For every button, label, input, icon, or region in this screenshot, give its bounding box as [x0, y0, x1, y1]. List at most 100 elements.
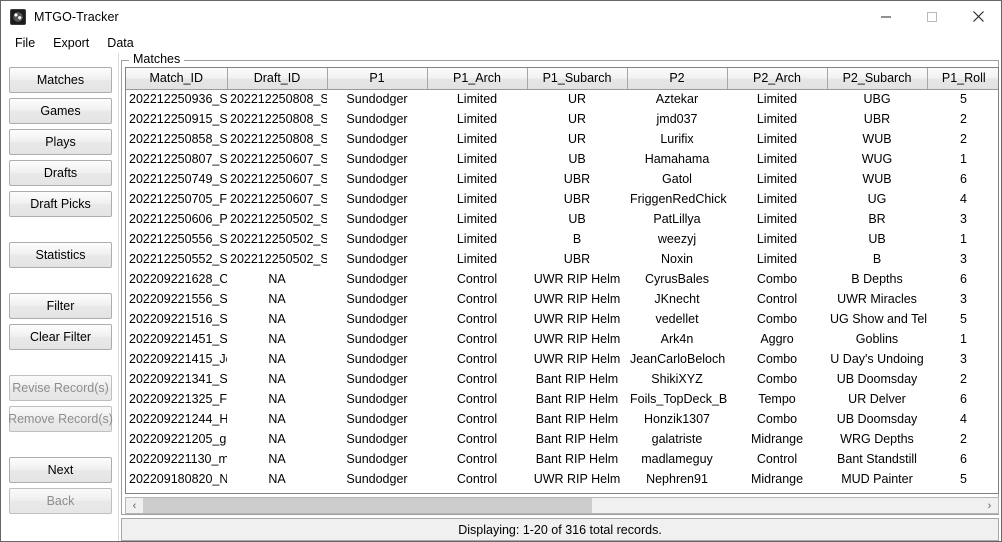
- cell-p1_roll[interactable]: 3: [927, 289, 999, 309]
- cell-draft_id[interactable]: NA: [227, 429, 327, 449]
- cell-match_id[interactable]: 202212250556_Suı: [126, 229, 227, 249]
- sidebar-button-next[interactable]: Next: [9, 457, 112, 483]
- cell-p2_subarch[interactable]: U Day's Undoing: [827, 349, 927, 369]
- cell-p2[interactable]: weezyj: [627, 229, 727, 249]
- cell-p1_roll[interactable]: 6: [927, 389, 999, 409]
- table-row[interactable]: 202209221205_galNASundodgerControlBant R…: [126, 429, 999, 449]
- cell-p1[interactable]: Sundodger: [327, 209, 427, 229]
- menu-item-data[interactable]: Data: [101, 34, 141, 52]
- cell-p2[interactable]: FriggenRedChickᴄ: [627, 189, 727, 209]
- cell-match_id[interactable]: 202209221130_mɑ: [126, 449, 227, 469]
- cell-p2_arch[interactable]: Aggro: [727, 329, 827, 349]
- cell-p2_arch[interactable]: Combo: [727, 369, 827, 389]
- cell-match_id[interactable]: 202209221244_Ho: [126, 409, 227, 429]
- cell-p1_roll[interactable]: 1: [927, 149, 999, 169]
- cell-p1_arch[interactable]: Limited: [427, 89, 527, 109]
- menu-item-export[interactable]: Export: [47, 34, 97, 52]
- cell-p1[interactable]: Sundodger: [327, 329, 427, 349]
- cell-match_id[interactable]: 202209221325_Foi: [126, 389, 227, 409]
- cell-p1_roll[interactable]: 3: [927, 349, 999, 369]
- cell-p1_roll[interactable]: 1: [927, 329, 999, 349]
- cell-p1_arch[interactable]: Control: [427, 329, 527, 349]
- cell-p1_arch[interactable]: Control: [427, 289, 527, 309]
- table-row[interactable]: 202209221516_SuıNASundodgerControlUWR RI…: [126, 309, 999, 329]
- cell-p2_arch[interactable]: Limited: [727, 249, 827, 269]
- cell-match_id[interactable]: 202212250936_Suı: [126, 89, 227, 109]
- cell-match_id[interactable]: 202212250858_Suı: [126, 129, 227, 149]
- cell-p2_subarch[interactable]: Goblins: [827, 329, 927, 349]
- cell-p2_subarch[interactable]: WRG Depths: [827, 429, 927, 449]
- table-row[interactable]: 202212250749_Suı202212250607_SuıSundodge…: [126, 169, 999, 189]
- cell-p1_subarch[interactable]: UB: [527, 149, 627, 169]
- cell-match_id[interactable]: 202209221451_Suı: [126, 329, 227, 349]
- cell-draft_id[interactable]: 202212250808_Suı: [227, 129, 327, 149]
- column-header-p1_subarch[interactable]: P1_Subarch: [527, 68, 627, 89]
- cell-p2[interactable]: ShikiXYZ: [627, 369, 727, 389]
- cell-p1_roll[interactable]: 3: [927, 209, 999, 229]
- table-row[interactable]: 202212250556_Suı202212250502_SuıSundodge…: [126, 229, 999, 249]
- cell-p2[interactable]: madlameguy: [627, 449, 727, 469]
- cell-p1_subarch[interactable]: UBR: [527, 169, 627, 189]
- cell-p2_arch[interactable]: Midrange: [727, 429, 827, 449]
- cell-p2_arch[interactable]: Combo: [727, 269, 827, 289]
- cell-p2_subarch[interactable]: UB Doomsday: [827, 369, 927, 389]
- table-row[interactable]: 202209221130_mɑNASundodgerControlBant RI…: [126, 449, 999, 469]
- cell-draft_id[interactable]: NA: [227, 469, 327, 489]
- cell-p1[interactable]: Sundodger: [327, 469, 427, 489]
- table-row[interactable]: 202212250858_Suı202212250808_SuıSundodge…: [126, 129, 999, 149]
- cell-p2_arch[interactable]: Control: [727, 449, 827, 469]
- cell-match_id[interactable]: 202209221516_Suı: [126, 309, 227, 329]
- cell-p1_arch[interactable]: Limited: [427, 249, 527, 269]
- cell-p1_subarch[interactable]: UB: [527, 209, 627, 229]
- cell-p1_subarch[interactable]: UWR RIP Helm: [527, 349, 627, 369]
- cell-p1_arch[interactable]: Control: [427, 389, 527, 409]
- cell-p1_arch[interactable]: Control: [427, 409, 527, 429]
- cell-match_id[interactable]: 202212250915_Suı: [126, 109, 227, 129]
- sidebar-button-games[interactable]: Games: [9, 98, 112, 124]
- cell-p2_subarch[interactable]: UB Doomsday: [827, 409, 927, 429]
- column-header-p1_roll[interactable]: P1_Roll: [927, 68, 999, 89]
- cell-p1_arch[interactable]: Limited: [427, 229, 527, 249]
- scroll-right-arrow-icon[interactable]: ›: [981, 498, 998, 513]
- cell-draft_id[interactable]: NA: [227, 349, 327, 369]
- cell-p2_subarch[interactable]: UWR Miracles: [827, 289, 927, 309]
- table-row[interactable]: 202212250705_Friɡ202212250607_SuıSundodg…: [126, 189, 999, 209]
- cell-draft_id[interactable]: NA: [227, 409, 327, 429]
- cell-p1_arch[interactable]: Limited: [427, 109, 527, 129]
- column-header-match_id[interactable]: Match_ID: [126, 68, 227, 89]
- scrollbar-thumb[interactable]: [143, 498, 592, 513]
- cell-p1_subarch[interactable]: UR: [527, 129, 627, 149]
- cell-match_id[interactable]: 202209221341_Suı: [126, 369, 227, 389]
- cell-p1_roll[interactable]: 2: [927, 429, 999, 449]
- cell-p1_arch[interactable]: Control: [427, 429, 527, 449]
- table-row[interactable]: 202212250606_Paı202212250502_SuıSundodge…: [126, 209, 999, 229]
- cell-p2_arch[interactable]: Limited: [727, 209, 827, 229]
- table-row[interactable]: 202209221451_SuıNASundodgerControlUWR RI…: [126, 329, 999, 349]
- cell-p1_subarch[interactable]: B: [527, 229, 627, 249]
- cell-p2[interactable]: Ark4n: [627, 329, 727, 349]
- cell-match_id[interactable]: 202212250807_Suı: [126, 149, 227, 169]
- cell-p1_arch[interactable]: Limited: [427, 149, 527, 169]
- column-header-p1_arch[interactable]: P1_Arch: [427, 68, 527, 89]
- cell-p2_subarch[interactable]: UB: [827, 229, 927, 249]
- cell-p2_arch[interactable]: Limited: [727, 229, 827, 249]
- cell-p2[interactable]: galatriste: [627, 429, 727, 449]
- cell-p2_arch[interactable]: Midrange: [727, 469, 827, 489]
- cell-p1[interactable]: Sundodger: [327, 389, 427, 409]
- cell-p1[interactable]: Sundodger: [327, 129, 427, 149]
- cell-p1_subarch[interactable]: UWR RIP Helm: [527, 309, 627, 329]
- cell-draft_id[interactable]: 202212250607_Suı: [227, 149, 327, 169]
- column-header-p2[interactable]: P2: [627, 68, 727, 89]
- cell-p2_arch[interactable]: Control: [727, 289, 827, 309]
- cell-p2_arch[interactable]: Limited: [727, 189, 827, 209]
- cell-p2_arch[interactable]: Combo: [727, 409, 827, 429]
- menu-item-file[interactable]: File: [9, 34, 43, 52]
- table-row[interactable]: 202209180820_NeNASundodgerControlUWR RIP…: [126, 469, 999, 489]
- cell-p2_arch[interactable]: Tempo: [727, 389, 827, 409]
- cell-draft_id[interactable]: NA: [227, 389, 327, 409]
- cell-p1_subarch[interactable]: Bant RIP Helm: [527, 409, 627, 429]
- sidebar-button-matches[interactable]: Matches: [9, 67, 112, 93]
- cell-p1_roll[interactable]: 6: [927, 449, 999, 469]
- cell-p2_subarch[interactable]: UG Show and Tell: [827, 309, 927, 329]
- cell-p1_roll[interactable]: 4: [927, 409, 999, 429]
